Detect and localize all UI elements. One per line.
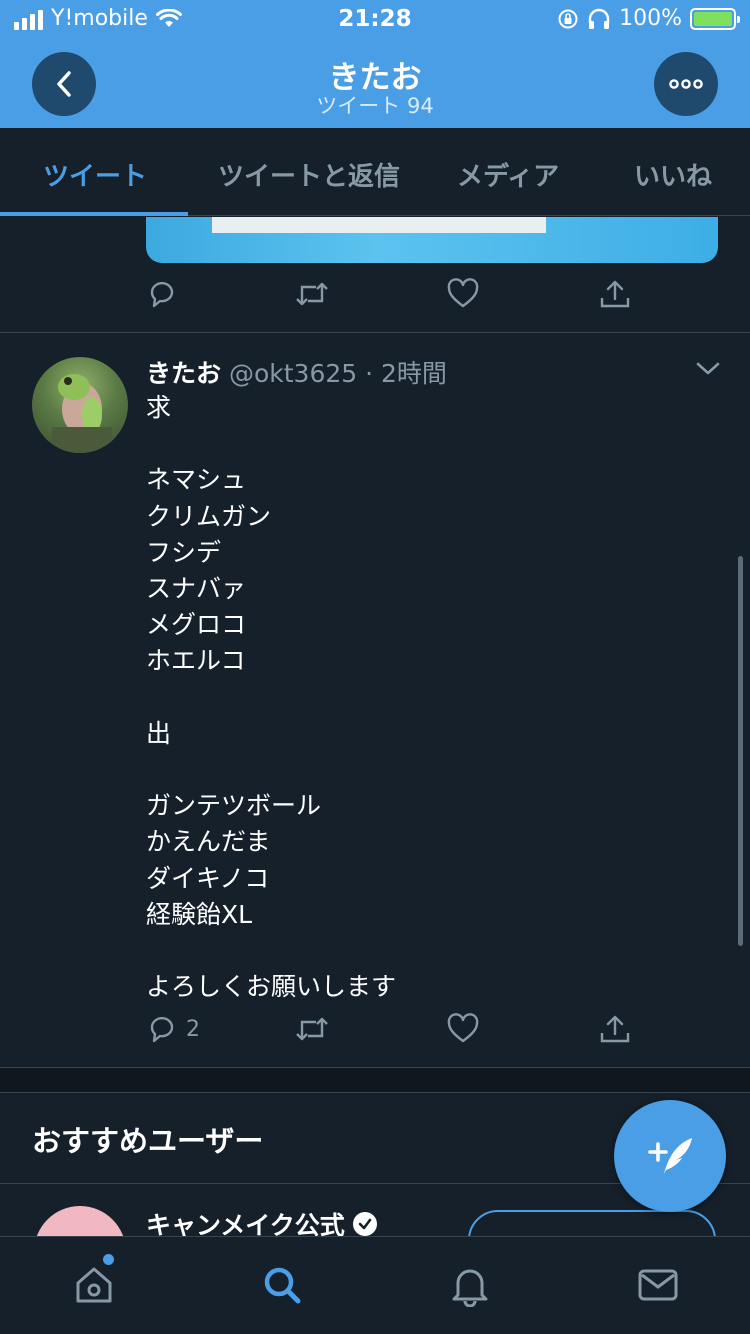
retweet-icon xyxy=(296,1017,328,1041)
avatar[interactable] xyxy=(32,357,128,453)
status-bar: Y!mobile 21:28 100% xyxy=(0,0,750,40)
share-icon xyxy=(600,280,630,308)
like-button[interactable] xyxy=(446,278,480,310)
tweet-separator: · xyxy=(357,359,382,388)
share-button[interactable] xyxy=(598,1013,632,1045)
section-gap xyxy=(0,1068,750,1092)
profile-header: Y!mobile 21:28 100% きたお ツイート 94 xyxy=(0,0,750,128)
headphones-icon xyxy=(588,8,610,29)
nav-home[interactable] xyxy=(70,1261,118,1309)
battery-percent: 100% xyxy=(619,6,682,31)
notifications-icon xyxy=(452,1269,488,1307)
frog-avatar-image xyxy=(52,374,112,453)
like-icon xyxy=(447,1013,479,1043)
new-content-dot xyxy=(103,1254,114,1265)
reply-count: 2 xyxy=(186,1016,200,1042)
more-button[interactable] xyxy=(654,52,718,116)
retweet-icon xyxy=(296,282,328,306)
nav-messages[interactable] xyxy=(634,1261,682,1309)
recommended-users-title: おすすめユーザー xyxy=(32,1124,264,1158)
more-icon xyxy=(669,79,703,89)
tweet-divider xyxy=(0,332,750,333)
like-icon xyxy=(447,278,479,308)
search-icon xyxy=(264,1267,301,1304)
verified-badge-icon xyxy=(352,1212,377,1236)
active-tab-indicator xyxy=(0,212,188,216)
share-icon xyxy=(600,1015,630,1043)
retweet-button[interactable] xyxy=(294,278,330,310)
tab-tweets[interactable]: ツイート xyxy=(43,156,147,193)
tweet-header: きたお @okt3625 · 2時間 xyxy=(146,354,447,390)
tab-likes[interactable]: いいね xyxy=(634,156,712,193)
bottom-navigation xyxy=(0,1236,750,1334)
tweet-menu-button[interactable] xyxy=(694,358,722,382)
tweet-author-handle: @okt3625 xyxy=(228,359,358,388)
retweet-button[interactable] xyxy=(294,1013,330,1045)
section-divider xyxy=(0,1092,750,1093)
scrollbar-thumb[interactable] xyxy=(738,556,743,946)
tweet-count-subtitle: ツイート 94 xyxy=(316,94,434,118)
nav-notifications[interactable] xyxy=(446,1261,494,1309)
tweet-author-name[interactable]: きたお xyxy=(146,359,221,388)
home-icon xyxy=(76,1267,112,1303)
reply-icon xyxy=(150,281,174,308)
chevron-down-icon xyxy=(696,362,720,375)
messages-icon xyxy=(638,1269,678,1301)
tweet-actions xyxy=(146,278,646,318)
like-button[interactable] xyxy=(446,1013,480,1045)
tab-tweets-and-replies[interactable]: ツイートと返信 xyxy=(218,156,400,193)
reply-icon xyxy=(150,1016,174,1043)
compose-tweet-button[interactable] xyxy=(614,1100,726,1212)
tweet-media-image[interactable] xyxy=(146,217,718,263)
reply-button[interactable]: 2 xyxy=(146,1013,200,1045)
tweet-actions: 2 xyxy=(146,1013,646,1053)
compose-tweet-icon xyxy=(648,1138,692,1174)
tweet-timestamp: 2時間 xyxy=(381,359,447,388)
battery-icon xyxy=(690,7,740,30)
profile-tabs: ツイート ツイートと返信 メディア いいね xyxy=(0,128,750,216)
nav-search[interactable] xyxy=(258,1261,306,1309)
tab-media[interactable]: メディア xyxy=(457,156,559,193)
orientation-lock-icon xyxy=(558,9,578,28)
share-button[interactable] xyxy=(598,278,632,310)
reply-button[interactable] xyxy=(146,278,178,310)
tweet-text: 求 ネマシュ クリムガン フシデ スナバァ メグロコ ホエルコ 出 ガンテツボー… xyxy=(146,393,397,1002)
